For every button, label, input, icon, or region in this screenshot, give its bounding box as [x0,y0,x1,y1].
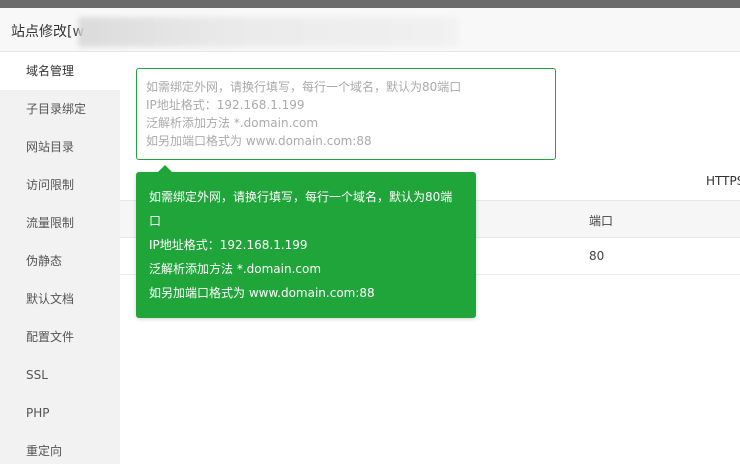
sidebar-item-label: PHP [26,406,50,420]
sidebar-item-label: 重定向 [26,444,63,458]
window-top-strip [0,0,740,8]
sidebar-item-config-file[interactable]: 配置文件 [0,318,120,356]
port-cell: 80 [589,249,605,263]
input-hint-tooltip: 如需绑定外网，请换行填写，每行一个域名，默认为80端 口 IP地址格式：192.… [136,165,476,318]
dialog-title: 站点修改[w [11,24,84,40]
sidebar-item-subdirectory-binding[interactable]: 子目录绑定 [0,90,120,128]
tooltip-line: 如需绑定外网，请换行填写，每行一个域名，默认为80端 [149,190,453,204]
sidebar-item-label: 访问限制 [26,178,75,192]
tooltip-line: 泛解析添加方法 *.domain.com [149,262,322,276]
column-header-port: 端口 [589,214,614,228]
domain-textarea[interactable]: 如需绑定外网，请换行填写，每行一个域名，默认为80端口 IP地址格式：192.1… [136,68,556,160]
tooltip-line: IP地址格式：192.168.1.199 [149,238,308,252]
sidebar-item-redirect[interactable]: 重定向 [0,432,120,464]
settings-sidebar: 域名管理 子目录绑定 网站目录 访问限制 流量限制 伪静态 默认文档 配置文件 … [0,52,120,464]
sidebar-item-label: 流量限制 [26,216,75,230]
sidebar-item-rewrite[interactable]: 伪静态 [0,242,120,280]
dialog-header: 站点修改[w [0,8,740,52]
placeholder-line: IP地址格式：192.168.1.199 [146,98,305,112]
placeholder-line: 如需绑定外网，请换行填写，每行一个域名，默认为80端口 [146,80,462,94]
sidebar-item-label: 域名管理 [26,64,75,78]
redacted-site-name [78,17,458,47]
https-label: HTTPS [706,174,740,188]
sidebar-item-php[interactable]: PHP [0,394,120,432]
sidebar-item-default-document[interactable]: 默认文档 [0,280,120,318]
sidebar-item-access-restriction[interactable]: 访问限制 [0,166,120,204]
sidebar-item-label: 网站目录 [26,140,75,154]
tooltip-line: 口 [149,214,162,228]
sidebar-item-domain-management[interactable]: 域名管理 [0,52,120,90]
tooltip-line: 如另加端口格式为 www.domain.com:88 [149,286,375,300]
sidebar-item-label: 默认文档 [26,292,75,306]
sidebar-item-label: SSL [26,368,48,382]
sidebar-item-label: 伪静态 [26,254,63,268]
sidebar-item-site-directory[interactable]: 网站目录 [0,128,120,166]
placeholder-line: 如另加端口格式为 www.domain.com:88 [146,134,372,148]
sidebar-item-label: 子目录绑定 [26,102,87,116]
sidebar-item-label: 配置文件 [26,330,75,344]
placeholder-line: 泛解析添加方法 *.domain.com [146,116,319,130]
sidebar-item-ssl[interactable]: SSL [0,356,120,394]
sidebar-item-traffic-limit[interactable]: 流量限制 [0,204,120,242]
